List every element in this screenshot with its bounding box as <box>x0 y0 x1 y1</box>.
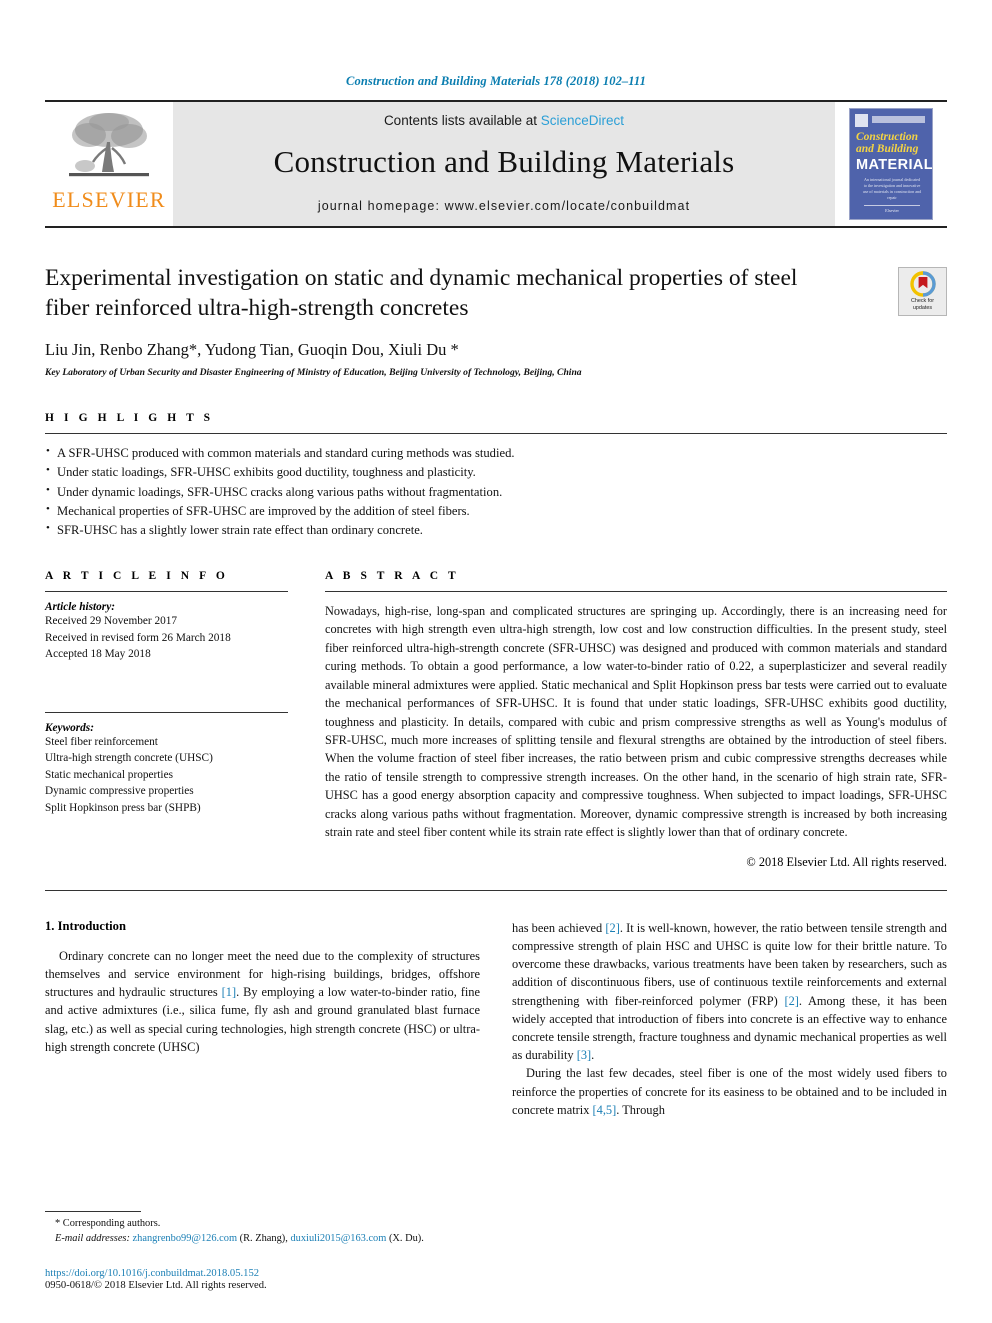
paragraph-text: . <box>591 1048 595 1063</box>
elsevier-tree-icon <box>69 113 149 177</box>
issn-copyright-line: 0950-0618/© 2018 Elsevier Ltd. All right… <box>45 1280 267 1291</box>
journal-masthead: ELSEVIER Contents lists available at Sci… <box>45 100 947 228</box>
body-column-right: has been achieved [2]. It is well-known,… <box>512 919 947 1120</box>
article-info-divider <box>45 590 288 592</box>
crossmark-badge[interactable]: Check for updates <box>898 267 947 316</box>
article-history-item: Received 29 November 2017 <box>45 614 178 627</box>
running-head: Construction and Building Materials 178 … <box>346 74 646 88</box>
email-author-zhang: (R. Zhang), <box>239 1233 288 1245</box>
cover-top-bar <box>872 116 925 123</box>
paragraph-text: . Through <box>616 1102 665 1117</box>
keywords-divider <box>45 711 288 713</box>
section-heading-introduction: 1. Introduction <box>45 918 126 933</box>
crossmark-icon <box>909 271 936 297</box>
cover-image: Construction and Building MATERIALS An i… <box>849 108 933 220</box>
keyword-item: Ultra-high strength concrete (UHSC) <box>45 752 213 765</box>
footnote-divider <box>45 1211 141 1213</box>
email-addresses-line: E-mail addresses: zhangrenbo99@126.com (… <box>45 1232 475 1247</box>
keyword-item: Steel fiber reinforcement <box>45 735 158 748</box>
elsevier-wordmark: ELSEVIER <box>52 187 166 212</box>
journal-cover-thumbnail: Construction and Building MATERIALS An i… <box>835 102 947 226</box>
keywords-heading: Keywords: <box>45 721 94 734</box>
citation-ref[interactable]: [2] <box>605 921 619 935</box>
sciencedirect-link[interactable]: ScienceDirect <box>541 113 624 128</box>
list-item: SFR-UHSC has a slightly lower strain rat… <box>45 520 947 540</box>
keyword-item: Split Hopkinson press bar (SHPB) <box>45 802 201 815</box>
cover-title-line1: Construction <box>856 131 918 143</box>
keyword-item: Dynamic compressive properties <box>45 785 194 798</box>
page-title: Experimental investigation on static and… <box>45 265 798 321</box>
citation-ref[interactable]: [3] <box>577 1048 591 1062</box>
citation-ref[interactable]: [1] <box>222 985 236 999</box>
paragraph-text: During the last few decades, steel fiber… <box>512 1066 947 1117</box>
journal-title: Construction and Building Materials <box>273 144 735 179</box>
highlights-section: H I G H L I G H T S A SFR-UHSC produced … <box>45 412 947 540</box>
article-info-column: A R T I C L E I N F O Article history: R… <box>45 570 325 870</box>
email-label: E-mail addresses: <box>55 1233 130 1245</box>
email-link-zhang[interactable]: zhangrenbo99@126.com <box>133 1233 238 1244</box>
abstract-text: Nowadays, high-rise, long-span and compl… <box>325 603 947 840</box>
article-history-item: Accepted 18 May 2018 <box>45 648 151 661</box>
body-column-left: 1. Introduction Ordinary concrete can no… <box>45 919 480 1120</box>
crossmark-label: Check for updates <box>911 298 934 312</box>
cover-publisher-mark-icon <box>855 114 868 127</box>
abstract-label: A B S T R A C T <box>325 569 460 582</box>
copyright-line: © 2018 Elsevier Ltd. All rights reserved… <box>746 854 947 869</box>
elsevier-logo: ELSEVIER <box>45 102 173 226</box>
list-item: Mechanical properties of SFR-UHSC are im… <box>45 501 947 521</box>
section-divider <box>45 889 947 891</box>
doi-block: https://doi.org/10.1016/j.conbuildmat.20… <box>45 1268 475 1291</box>
cover-blurb: An international journal dedicated to th… <box>862 177 922 201</box>
cover-title-line2: and Building <box>856 143 919 155</box>
citation-ref[interactable]: [2] <box>784 994 798 1008</box>
highlights-label: H I G H L I G H T S <box>45 412 214 425</box>
list-item: Under dynamic loadings, SFR-UHSC cracks … <box>45 481 947 502</box>
crossmark-line1: Check for <box>910 298 935 305</box>
highlights-divider <box>45 433 947 435</box>
masthead-center: Contents lists available at ScienceDirec… <box>173 102 835 226</box>
doi-link[interactable]: https://doi.org/10.1016/j.conbuildmat.20… <box>45 1268 475 1279</box>
corresponding-author-note: * Corresponding authors. <box>55 1218 161 1230</box>
cover-footer: Elsevier <box>864 205 920 213</box>
keyword-item: Static mechanical properties <box>45 768 173 781</box>
article-info-label: A R T I C L E I N F O <box>45 569 229 582</box>
body-columns: 1. Introduction Ordinary concrete can no… <box>45 919 947 1120</box>
footnote-block: * Corresponding authors. E-mail addresse… <box>45 1211 475 1291</box>
journal-homepage-link[interactable]: journal homepage: www.elsevier.com/locat… <box>318 199 690 213</box>
affiliation: Key Laboratory of Urban Security and Dis… <box>45 367 582 379</box>
paragraph: During the last few decades, steel fiber… <box>512 1064 947 1119</box>
abstract-column: A B S T R A C T Nowadays, high-rise, lon… <box>325 570 947 870</box>
paragraph: Ordinary concrete can no longer meet the… <box>45 947 480 1056</box>
title-block: Experimental investigation on static and… <box>45 264 947 378</box>
highlights-list: A SFR-UHSC produced with common material… <box>45 443 947 540</box>
email-link-du[interactable]: duxiuli2015@163.com <box>290 1233 386 1244</box>
paragraph-text: has been achieved <box>512 920 606 935</box>
paper-page: Construction and Building Materials 178 … <box>0 0 992 1323</box>
author-list: Liu Jin, Renbo Zhang*, Yudong Tian, Guoq… <box>45 340 459 360</box>
list-item: Under static loadings, SFR-UHSC exhibits… <box>45 462 947 482</box>
paragraph: has been achieved [2]. It is well-known,… <box>512 919 947 1065</box>
article-history-heading: Article history: <box>45 600 115 613</box>
email-author-du: (X. Du). <box>388 1233 424 1245</box>
cover-title-line3: MATERIALS <box>856 157 933 173</box>
contents-available-line: Contents lists available at ScienceDirec… <box>384 113 624 128</box>
list-item: A SFR-UHSC produced with common material… <box>45 443 947 463</box>
abstract-divider <box>325 590 947 592</box>
contents-prefix: Contents lists available at <box>383 113 541 128</box>
article-history-item: Received in revised form 26 March 2018 <box>45 631 231 644</box>
crossmark-line2: updates <box>912 305 933 311</box>
info-abstract-row: A R T I C L E I N F O Article history: R… <box>45 570 947 870</box>
citation-ref[interactable]: [4,5] <box>593 1103 617 1117</box>
